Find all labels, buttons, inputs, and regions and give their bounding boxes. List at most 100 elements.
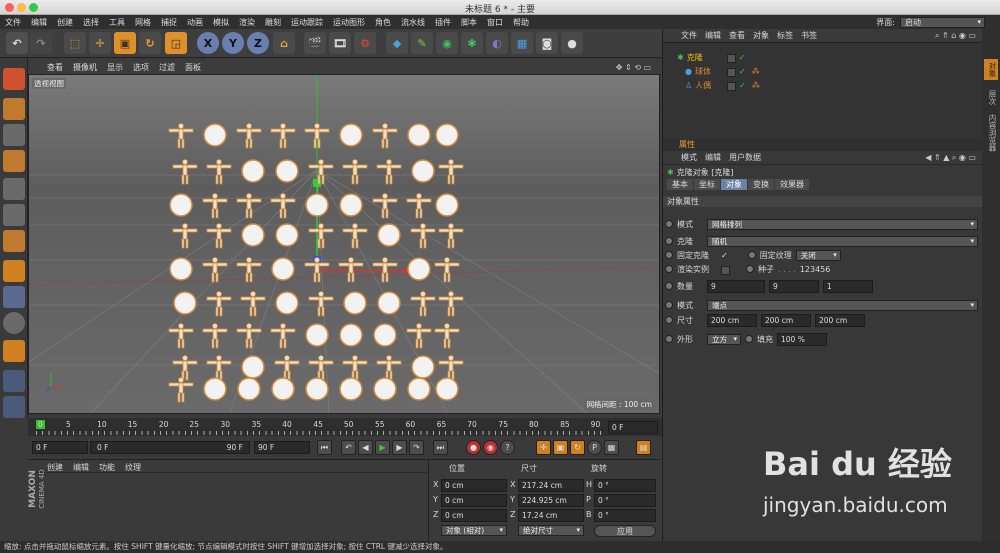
mode-radio[interactable]	[665, 220, 673, 228]
size-y-attr[interactable]: 200 cm	[761, 313, 811, 327]
undo-icon[interactable]: ↶	[6, 32, 28, 54]
object-visibility-toggle[interactable]	[726, 67, 736, 77]
viewport-menu-view[interactable]: 查看	[44, 62, 66, 73]
menu-sculpt[interactable]: 雕刻	[260, 17, 286, 28]
recent-tool-icon[interactable]: ◲	[165, 32, 187, 54]
object-menu-view[interactable]: 查看	[727, 30, 747, 41]
material-menu-edit[interactable]: 编辑	[70, 462, 92, 472]
menu-window[interactable]: 窗口	[482, 17, 508, 28]
viewport-menu-options[interactable]: 选项	[130, 62, 152, 73]
tab-effectors[interactable]: 效果器	[775, 179, 809, 190]
fix-texture-dropdown[interactable]: 关闭	[795, 249, 841, 261]
light-icon[interactable]: ●	[561, 32, 583, 54]
pos-z-field[interactable]: 0 cm	[441, 509, 507, 522]
fix-clone-check[interactable]: ✓	[721, 251, 728, 260]
apply-button[interactable]: 应用	[594, 525, 656, 537]
subdivision-icon[interactable]: ◉	[436, 32, 458, 54]
rot-b-field[interactable]: 0 °	[594, 509, 656, 522]
side-tab-layers[interactable]: 层次	[984, 87, 998, 108]
magnet-icon[interactable]	[3, 340, 25, 362]
fill-field[interactable]: 100 %	[777, 332, 827, 346]
menu-mesh[interactable]: 网格	[130, 17, 156, 28]
rotate-icon[interactable]: ↻	[139, 32, 161, 54]
mode-dropdown[interactable]: 网格排列	[707, 218, 978, 230]
menu-animate[interactable]: 动画	[182, 17, 208, 28]
seed-value[interactable]: 123456	[800, 265, 831, 274]
menu-edit[interactable]: 编辑	[26, 17, 52, 28]
render-settings-icon[interactable]: ⚙	[354, 32, 376, 54]
key-rotation-icon[interactable]: ↻	[570, 440, 585, 455]
mode2-dropdown[interactable]: 端点	[707, 299, 978, 311]
key-position-icon[interactable]: ✛	[536, 440, 551, 455]
menu-snap[interactable]: 捕捉	[156, 17, 182, 28]
render-instance-radio[interactable]	[665, 265, 673, 273]
make-editable-icon[interactable]	[3, 68, 25, 90]
fix-texture-radio[interactable]	[747, 251, 756, 259]
viewport-menu-panel[interactable]: 面板	[182, 62, 204, 73]
menu-script[interactable]: 脚本	[456, 17, 482, 28]
rot-h-field[interactable]: 0 °	[594, 479, 656, 492]
size-x-attr[interactable]: 200 cm	[707, 313, 757, 327]
prev-frame-icon[interactable]: ◀	[358, 440, 373, 455]
seed-radio[interactable]	[746, 265, 754, 273]
mode2-radio[interactable]	[665, 301, 673, 309]
shape-radio[interactable]	[665, 335, 673, 343]
y-axis-icon[interactable]: Y	[222, 32, 244, 54]
object-enabled-check[interactable]: ✓	[739, 53, 746, 62]
keyframe-selection-icon[interactable]: ?	[500, 440, 515, 455]
tab-basic[interactable]: 基本	[667, 179, 693, 190]
viewport-menu-filter[interactable]: 过滤	[156, 62, 178, 73]
shape-dropdown[interactable]: 立方	[707, 333, 741, 345]
coordinate-system-icon[interactable]: ⌂	[273, 32, 295, 54]
fill-radio[interactable]	[745, 335, 753, 343]
key-scale-icon[interactable]: ▣	[553, 440, 568, 455]
move-icon[interactable]: ✛	[89, 32, 111, 54]
perspective-viewport[interactable]: 透视视图 网格间距 : 100 cm	[28, 74, 660, 414]
size-z-attr[interactable]: 200 cm	[815, 313, 865, 327]
next-key-icon[interactable]: ↷	[409, 440, 424, 455]
pen-icon[interactable]: ✎	[411, 32, 433, 54]
size-y-field[interactable]: 224.925 cm	[518, 494, 584, 507]
viewport-nav-icons[interactable]: ✥ ⇕ ⟲ ▭	[613, 63, 654, 72]
floor-icon[interactable]: ▦	[511, 32, 533, 54]
polygons-mode-icon[interactable]	[3, 230, 25, 252]
axis-mode-icon[interactable]	[3, 260, 25, 282]
menu-pipeline[interactable]: 流水线	[396, 17, 430, 28]
x-handle[interactable]	[316, 269, 410, 272]
render-picture-viewer-icon[interactable]: 🎞	[329, 32, 351, 54]
autokey-icon[interactable]: ◉	[483, 440, 498, 455]
deformer-icon[interactable]: ◐	[486, 32, 508, 54]
rot-p-field[interactable]: 0 °	[594, 494, 656, 507]
pos-x-field[interactable]: 0 cm	[441, 479, 507, 492]
pos-y-field[interactable]: 0 cm	[441, 494, 507, 507]
edges-mode-icon[interactable]	[3, 204, 25, 226]
tab-coord[interactable]: 坐标	[694, 179, 720, 190]
next-frame-icon[interactable]: ▶	[392, 440, 407, 455]
x-axis-icon[interactable]: X	[197, 32, 219, 54]
size-z-field[interactable]: 17.24 cm	[518, 509, 584, 522]
size-mode-dropdown[interactable]: 绝对尺寸	[518, 525, 584, 536]
key-param-icon[interactable]: P	[587, 440, 602, 455]
menu-character[interactable]: 角色	[370, 17, 396, 28]
object-row[interactable]: ♙ 人偶 ✓ ⁂	[663, 79, 982, 91]
clone-radio[interactable]	[665, 237, 673, 245]
points-mode-icon[interactable]	[3, 178, 25, 200]
count-x-field[interactable]: 9	[707, 279, 765, 293]
range-slider[interactable]: 0 F 90 F	[90, 441, 250, 454]
tag-icon[interactable]: ⁂	[752, 81, 760, 90]
fix-clone-radio[interactable]	[665, 251, 673, 259]
object-visibility-toggle[interactable]	[727, 81, 737, 91]
cube-icon[interactable]: ◆	[386, 32, 408, 54]
record-key-icon[interactable]: ●	[466, 440, 481, 455]
layout-dropdown[interactable]: 启动	[900, 16, 985, 28]
timeline[interactable]: 0 5 10 15 20 25 30 35 40 45 50 55 60 65 …	[28, 418, 662, 436]
planar-workplane-icon[interactable]	[3, 396, 25, 418]
render-instance-check[interactable]	[721, 265, 730, 275]
max-frame-field[interactable]: 90 F	[254, 441, 310, 454]
tweak-mode-icon[interactable]	[3, 286, 25, 308]
tab-transform[interactable]: 变换	[748, 179, 774, 190]
material-menu-function[interactable]: 功能	[96, 462, 118, 472]
tab-object[interactable]: 对象	[721, 179, 747, 190]
menu-tools[interactable]: 工具	[104, 17, 130, 28]
goto-start-icon[interactable]: ⏮	[317, 440, 332, 455]
